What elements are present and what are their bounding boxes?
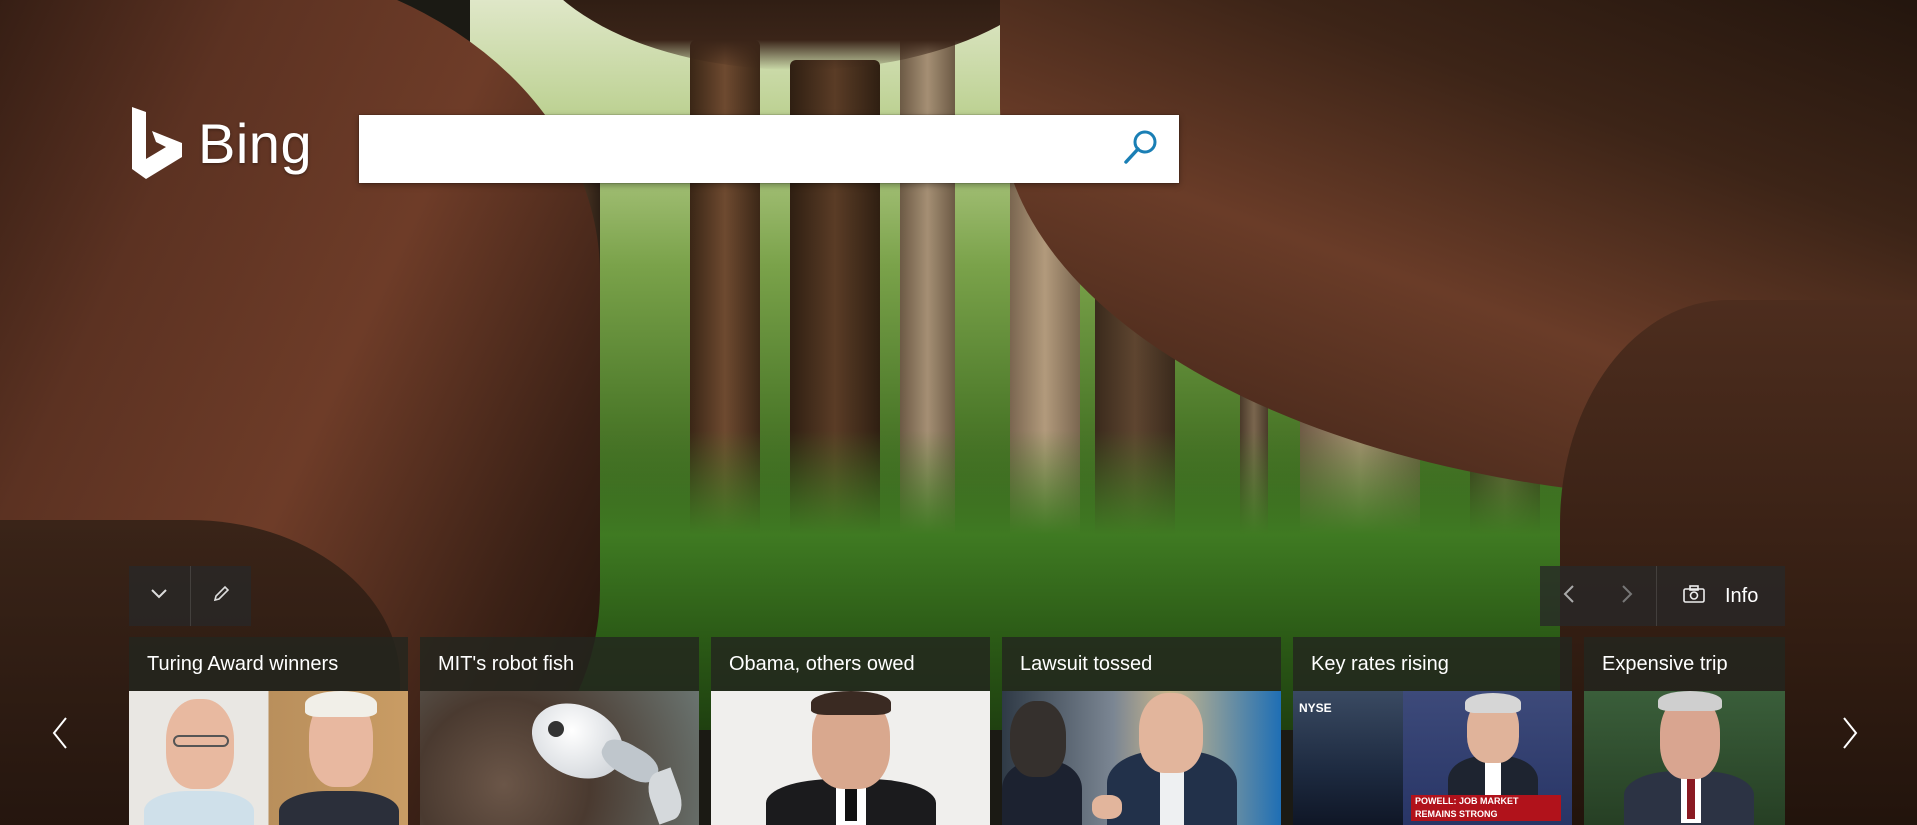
news-card-title: Lawsuit tossed <box>1002 637 1281 691</box>
bing-logo-icon <box>128 105 184 181</box>
news-card[interactable]: Expensive trip <box>1584 637 1785 825</box>
previous-image-button[interactable] <box>1540 566 1598 626</box>
news-card-image <box>1584 691 1785 825</box>
news-image-tag: NYSE <box>1299 701 1332 715</box>
news-card[interactable]: Key rates rising NYSE POWELL: JOB MARKET… <box>1293 637 1572 825</box>
news-card-title: Obama, others owed <box>711 637 990 691</box>
feed-controls <box>129 566 251 626</box>
chevron-down-icon <box>150 587 168 605</box>
bing-logo[interactable]: Bing <box>128 105 312 181</box>
chevron-left-icon <box>1563 584 1575 609</box>
news-card-image <box>711 691 990 825</box>
news-card-image <box>420 691 699 825</box>
search-input[interactable] <box>359 115 1135 183</box>
chevron-right-icon <box>1841 716 1859 755</box>
news-card-title: Expensive trip <box>1584 637 1785 691</box>
news-image-caption: POWELL: JOB MARKET REMAINS STRONG <box>1411 795 1561 821</box>
news-card-title: Turing Award winners <box>129 637 408 691</box>
news-card[interactable]: Obama, others owed <box>711 637 990 825</box>
search-button[interactable] <box>1103 115 1179 183</box>
info-label: Info <box>1725 584 1759 607</box>
chevron-left-icon <box>51 716 69 755</box>
news-card[interactable]: Turing Award winners <box>129 637 408 825</box>
carousel-prev-button[interactable] <box>40 705 80 765</box>
news-card-title: Key rates rising <box>1293 637 1572 691</box>
image-info-button[interactable]: Info <box>1656 566 1784 626</box>
news-card[interactable]: Lawsuit tossed <box>1002 637 1281 825</box>
news-card-title: MIT's robot fish <box>420 637 699 691</box>
brand-name: Bing <box>198 111 313 175</box>
search-box <box>359 115 1179 183</box>
carousel-next-button[interactable] <box>1830 705 1870 765</box>
next-image-button[interactable] <box>1598 566 1656 626</box>
news-carousel: Turing Award winners MIT's robot fish Ob… <box>129 637 1785 825</box>
news-card-image: NYSE POWELL: JOB MARKET REMAINS STRONG <box>1293 691 1572 825</box>
news-card[interactable]: MIT's robot fish <box>420 637 699 825</box>
edit-button[interactable] <box>189 566 252 626</box>
news-card-image <box>129 691 408 825</box>
pencil-icon <box>212 585 230 608</box>
collapse-button[interactable] <box>129 566 190 626</box>
chevron-right-icon <box>1621 584 1633 609</box>
news-card-image <box>1002 691 1281 825</box>
camera-icon <box>1683 584 1705 608</box>
image-controls: Info <box>1540 566 1785 626</box>
search-icon <box>1121 127 1161 172</box>
